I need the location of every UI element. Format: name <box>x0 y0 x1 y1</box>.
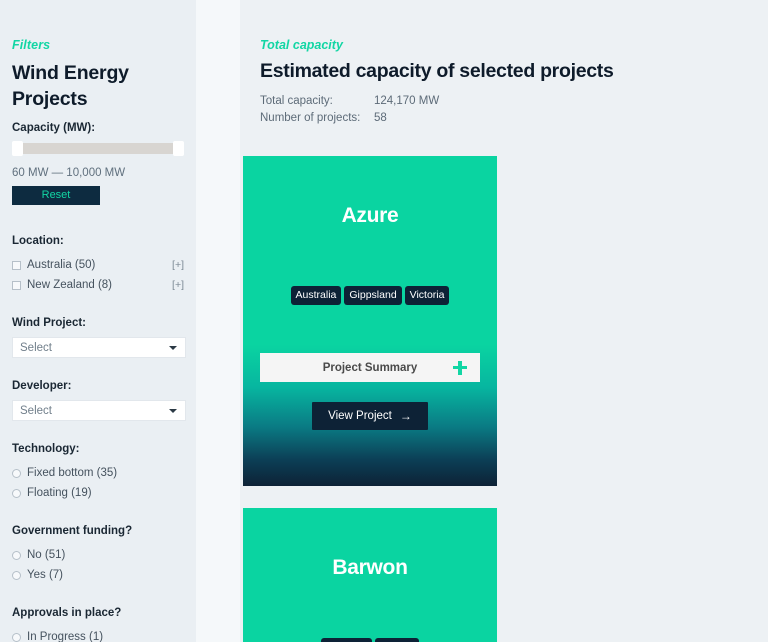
wind-project-filter-group: Wind Project: Select <box>12 317 184 358</box>
wind-project-select-value: Select <box>20 342 52 354</box>
filters-sidebar: Filters Wind Energy Projects Capacity (M… <box>0 0 196 642</box>
approvals-option-in-progress[interactable]: In Progress (1) <box>12 627 184 642</box>
approvals-heading: Approvals in place? <box>12 607 184 619</box>
stat-label: Total capacity: <box>260 93 374 110</box>
radio-icon[interactable] <box>12 633 21 642</box>
location-option-new-zealand[interactable]: New Zealand (8) [+] <box>12 275 184 295</box>
capacity-eyebrow: Total capacity <box>260 38 768 52</box>
radio-icon[interactable] <box>12 551 21 560</box>
technology-filter-group: Technology: Fixed bottom (35) Floating (… <box>12 443 184 503</box>
stat-number-of-projects: Number of projects: 58 <box>260 110 768 127</box>
developer-heading: Developer: <box>12 380 184 392</box>
slider-handle-max[interactable] <box>173 141 184 156</box>
project-tag-list: Australia Gippsland Victoria <box>283 286 458 305</box>
project-tag: Victoria <box>375 638 420 642</box>
chevron-down-icon[interactable] <box>169 346 177 350</box>
government-funding-option-label: No (51) <box>27 549 65 561</box>
capacity-range-slider[interactable] <box>12 141 184 155</box>
developer-select[interactable]: Select <box>12 400 186 421</box>
slider-track[interactable] <box>12 143 184 154</box>
wind-project-heading: Wind Project: <box>12 317 184 329</box>
radio-icon[interactable] <box>12 489 21 498</box>
stat-label: Number of projects: <box>260 110 374 127</box>
checkbox-icon[interactable] <box>12 261 21 270</box>
government-funding-filter-group: Government funding? No (51) Yes (7) <box>12 525 184 585</box>
expand-icon[interactable]: [+] <box>172 259 184 271</box>
capacity-label: Capacity (MW): <box>12 122 184 134</box>
technology-option-label: Floating (19) <box>27 487 92 499</box>
technology-option-floating[interactable]: Floating (19) <box>12 483 184 503</box>
government-funding-option-yes[interactable]: Yes (7) <box>12 565 184 585</box>
app-root: Filters Wind Energy Projects Capacity (M… <box>0 0 768 642</box>
project-summary-toggle[interactable]: Project Summary <box>260 353 480 382</box>
slider-handle-min[interactable] <box>12 141 23 156</box>
radio-icon[interactable] <box>12 469 21 478</box>
location-heading: Location: <box>12 235 184 247</box>
chevron-down-icon[interactable] <box>169 409 177 413</box>
filters-eyebrow: Filters <box>12 38 184 52</box>
arrow-right-icon: → <box>400 410 412 422</box>
location-option-australia[interactable]: Australia (50) [+] <box>12 255 184 275</box>
radio-icon[interactable] <box>12 571 21 580</box>
technology-option-fixed-bottom[interactable]: Fixed bottom (35) <box>12 463 184 483</box>
capacity-title: Estimated capacity of selected projects <box>260 60 768 83</box>
project-tag-list: Australia Victoria <box>313 638 428 642</box>
layout-gutter <box>196 0 240 642</box>
approvals-filter-group: Approvals in place? In Progress (1) <box>12 607 184 642</box>
location-option-label: Australia (50) <box>27 259 95 271</box>
project-tag: Victoria <box>405 286 450 305</box>
capacity-summary-header: Total capacity Estimated capacity of sel… <box>240 0 768 156</box>
reset-button[interactable]: Reset <box>12 186 100 205</box>
stat-value: 124,170 MW <box>374 93 439 110</box>
developer-select-value: Select <box>20 405 52 417</box>
page-title: Wind Energy Projects <box>12 61 184 112</box>
technology-option-label: Fixed bottom (35) <box>27 467 117 479</box>
project-tag: Australia <box>321 638 372 642</box>
project-card-grid: Azure Australia Gippsland Victoria Proje… <box>240 156 768 642</box>
technology-heading: Technology: <box>12 443 184 455</box>
location-filter-group: Location: Australia (50) [+] New Zealand… <box>12 235 184 295</box>
view-project-label: View Project <box>328 410 392 422</box>
wind-project-select[interactable]: Select <box>12 337 186 358</box>
project-card[interactable]: Azure Australia Gippsland Victoria Proje… <box>243 156 497 486</box>
results-panel: Total capacity Estimated capacity of sel… <box>240 0 768 642</box>
project-tag: Australia <box>291 286 342 305</box>
location-option-label: New Zealand (8) <box>27 279 112 291</box>
view-project-button[interactable]: View Project → <box>312 402 428 430</box>
expand-icon[interactable]: [+] <box>172 279 184 291</box>
project-card[interactable]: Barwon Australia Victoria Project Summar… <box>243 508 497 642</box>
project-card-title: Barwon <box>322 556 417 580</box>
approvals-option-label: In Progress (1) <box>27 631 103 642</box>
project-summary-label: Project Summary <box>323 362 418 374</box>
project-tag: Gippsland <box>344 286 401 305</box>
stat-total-capacity: Total capacity: 124,170 MW <box>260 93 768 110</box>
capacity-range-text: 60 MW — 10,000 MW <box>12 167 184 179</box>
developer-filter-group: Developer: Select <box>12 380 184 421</box>
stat-value: 58 <box>374 110 387 127</box>
checkbox-icon[interactable] <box>12 281 21 290</box>
government-funding-option-no[interactable]: No (51) <box>12 545 184 565</box>
government-funding-heading: Government funding? <box>12 525 184 537</box>
government-funding-option-label: Yes (7) <box>27 569 63 581</box>
plus-icon[interactable] <box>453 361 467 375</box>
project-card-title: Azure <box>332 204 409 228</box>
